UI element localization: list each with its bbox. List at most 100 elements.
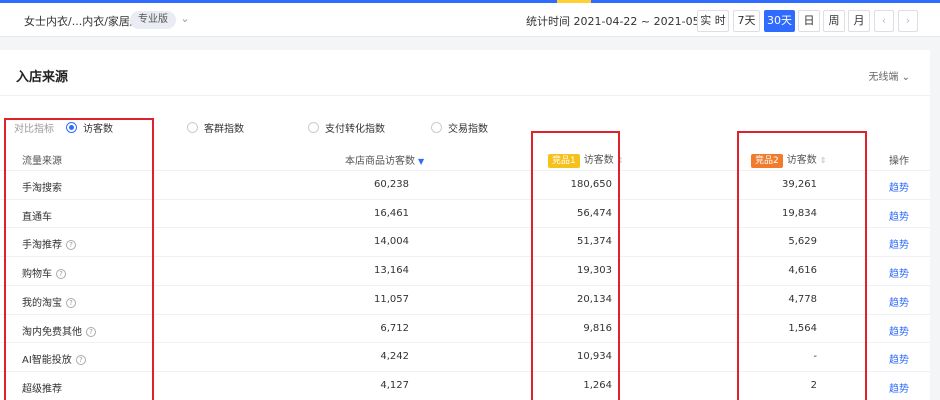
- table-row: 手淘推荐? 14,004 51,374 5,629 趋势: [0, 227, 930, 255]
- cell-own-visitors: 11,057: [374, 293, 409, 305]
- range-button-30d[interactable]: 30天: [764, 10, 795, 32]
- range-button-7d[interactable]: 7天: [733, 10, 760, 32]
- trend-link[interactable]: 趋势: [889, 294, 909, 309]
- source-label: 购物车: [22, 269, 52, 281]
- cell-own-visitors: 4,127: [380, 379, 409, 391]
- table-row: 超级推荐 4,127 1,264 2 趋势: [0, 370, 930, 399]
- range-button-month[interactable]: 月: [848, 10, 870, 32]
- source-label: 超级推荐: [22, 383, 62, 395]
- trend-link[interactable]: 趋势: [889, 351, 909, 366]
- source-label: 淘内免费其他: [22, 326, 82, 338]
- table-row: 直通车 16,461 56,474 19,834 趋势: [0, 198, 930, 227]
- prev-period-icon[interactable]: ‹: [874, 10, 894, 32]
- table-header: 流量来源 本店商品访客数 ▼ 竞品1 访客数 ⇕ 竞品2 访客数 ⇕ 操作: [0, 146, 930, 170]
- table-row: 购物车? 13,164 19,303 4,616 趋势: [0, 256, 930, 284]
- header-comp2-visitors[interactable]: 竞品2 访客数 ⇕: [751, 151, 826, 168]
- trend-link[interactable]: 趋势: [889, 208, 909, 223]
- source-label: AI智能投放: [22, 355, 72, 367]
- cell-own-visitors: 6,712: [380, 322, 409, 334]
- source-label: 手淘推荐: [22, 240, 62, 252]
- cell-comp1-visitors: 9,816: [583, 322, 612, 334]
- cell-own-visitors: 60,238: [374, 179, 409, 190]
- header-comp1-visitors[interactable]: 竞品1 访客数 ⇕: [548, 151, 623, 168]
- cell-comp1-visitors: 1,264: [583, 379, 612, 391]
- radio-customer-index[interactable]: [187, 122, 198, 133]
- cell-comp1-visitors: 19,303: [577, 265, 612, 277]
- cell-comp1-visitors: 10,934: [577, 351, 612, 363]
- stat-time-range: 统计时间 2021-04-22 ~ 2021-05-21: [526, 15, 718, 28]
- help-icon[interactable]: ?: [66, 240, 76, 251]
- trend-link[interactable]: 趋势: [889, 380, 909, 395]
- source-label: 手淘搜索: [22, 183, 62, 194]
- metric-label: 对比指标: [14, 124, 54, 135]
- source-label: 我的淘宝: [22, 297, 62, 309]
- panel-divider: [0, 95, 930, 96]
- help-icon[interactable]: ?: [66, 297, 76, 308]
- header-comp1-label: 访客数: [583, 155, 614, 166]
- header-source: 流量来源: [22, 156, 62, 167]
- radio-visitors-label[interactable]: 访客数: [83, 120, 113, 135]
- trend-link[interactable]: 趋势: [889, 179, 909, 194]
- trend-link[interactable]: 趋势: [889, 323, 909, 338]
- radio-trade-index[interactable]: [431, 122, 442, 133]
- top-bar: 女士内衣/...内衣/家居服 专业版 ⌄ 统计时间 2021-04-22 ~ 2…: [0, 3, 940, 37]
- range-button-week[interactable]: 周: [823, 10, 845, 32]
- chevron-down-icon[interactable]: ⌄: [178, 12, 192, 26]
- cell-own-visitors: 13,164: [374, 265, 409, 277]
- cell-comp2-visitors: 1,564: [788, 322, 817, 334]
- comp2-tag: 竞品2: [751, 154, 783, 168]
- radio-customer-index-label[interactable]: 客群指数: [204, 120, 244, 135]
- header-own-visitors[interactable]: 本店商品访客数 ▼: [345, 152, 424, 167]
- help-icon[interactable]: ?: [86, 326, 96, 337]
- trend-link[interactable]: 趋势: [889, 265, 909, 280]
- cell-comp2-visitors: 4,778: [788, 293, 817, 305]
- table-row: 我的淘宝? 11,057 20,134 4,778 趋势: [0, 284, 930, 313]
- cell-comp1-visitors: 56,474: [577, 207, 612, 219]
- comp1-tag: 竞品1: [548, 154, 580, 168]
- cell-comp2-visitors: 4,616: [788, 265, 817, 277]
- cell-source: 超级推荐: [22, 380, 62, 395]
- cell-source: 手淘推荐?: [22, 236, 76, 251]
- cell-comp2-visitors: 39,261: [782, 179, 817, 190]
- radio-conversion-index-label[interactable]: 支付转化指数: [325, 120, 385, 135]
- cell-comp2-visitors: 5,629: [788, 236, 817, 248]
- table-row: 手淘搜索 60,238 180,650 39,261 趋势: [0, 170, 930, 198]
- cell-comp1-visitors: 180,650: [570, 179, 612, 190]
- cell-comp1-visitors: 51,374: [577, 236, 612, 248]
- help-icon[interactable]: ?: [56, 269, 66, 280]
- cell-source: 淘内免费其他?: [22, 323, 96, 338]
- range-button-realtime[interactable]: 实 时: [697, 10, 729, 32]
- table-row: 淘内免费其他? 6,712 9,816 1,564 趋势: [0, 313, 930, 342]
- cell-comp2-visitors: 2: [810, 379, 817, 391]
- sort-icon[interactable]: ⇕: [820, 156, 827, 165]
- radio-conversion-index[interactable]: [308, 122, 319, 133]
- cell-own-visitors: 4,242: [380, 351, 409, 363]
- header-own-visitors-label: 本店商品访客数: [345, 156, 415, 167]
- cell-source: 购物车?: [22, 265, 66, 280]
- edition-badge: 专业版: [130, 11, 176, 29]
- cell-comp2-visitors: 19,834: [782, 207, 817, 219]
- help-icon[interactable]: ?: [75, 355, 86, 366]
- traffic-source-panel: 入店来源 无线端 ⌄ 对比指标 访客数 客群指数 支付转化指数 交易指数 流量来…: [0, 50, 930, 400]
- cell-source: AI智能投放?: [22, 351, 86, 366]
- cell-source: 我的淘宝?: [22, 294, 76, 309]
- cell-comp1-visitors: 20,134: [577, 293, 612, 305]
- next-period-icon[interactable]: ›: [898, 10, 918, 32]
- cell-source: 手淘搜索: [22, 179, 62, 194]
- radio-trade-index-label[interactable]: 交易指数: [448, 120, 488, 135]
- sort-icon[interactable]: ⇕: [617, 156, 624, 165]
- source-label: 直通车: [22, 211, 52, 223]
- metric-selector: 对比指标 访客数 客群指数 支付转化指数 交易指数: [0, 120, 600, 136]
- header-comp2-label: 访客数: [786, 155, 817, 166]
- cell-own-visitors: 14,004: [374, 236, 409, 248]
- category-breadcrumb[interactable]: 女士内衣/...内衣/家居服: [24, 13, 141, 29]
- range-button-day[interactable]: 日: [798, 10, 820, 32]
- radio-visitors[interactable]: [66, 122, 77, 133]
- header-action: 操作: [889, 156, 909, 167]
- device-select[interactable]: 无线端 ⌄: [868, 68, 910, 83]
- panel-title: 入店来源: [16, 70, 69, 85]
- cell-comp2-visitors: -: [813, 351, 817, 363]
- trend-link[interactable]: 趋势: [889, 236, 909, 251]
- sort-desc-icon[interactable]: ▼: [418, 157, 424, 166]
- cell-source: 直通车: [22, 208, 52, 223]
